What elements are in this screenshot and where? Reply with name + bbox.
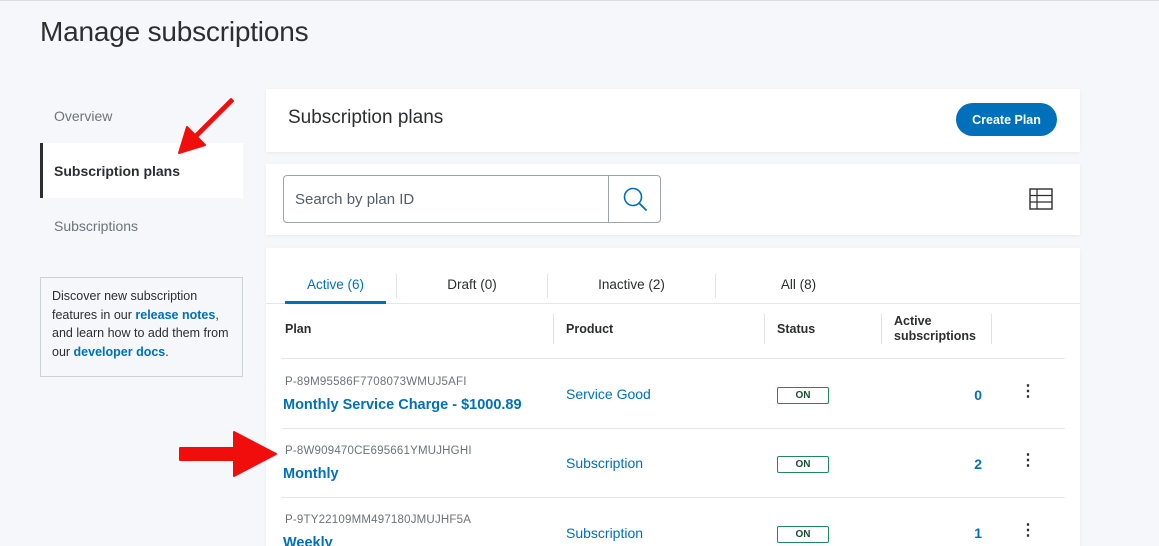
- status-badge: ON: [777, 526, 829, 543]
- top-divider: [0, 0, 1159, 1]
- column-divider: [991, 314, 992, 344]
- tab-inactive[interactable]: Inactive (2): [548, 270, 715, 304]
- annotation-arrow-icon: [179, 431, 277, 477]
- plan-name-link[interactable]: Monthly: [283, 466, 339, 482]
- info-text: .: [165, 344, 169, 359]
- annotation-arrow-icon: [178, 98, 234, 154]
- tab-draft[interactable]: Draft (0): [397, 270, 547, 304]
- more-vertical-icon[interactable]: ⋮: [1020, 384, 1036, 400]
- sidebar-item-subscriptions[interactable]: Subscriptions: [40, 198, 243, 253]
- row-divider: [282, 428, 1065, 429]
- more-vertical-icon[interactable]: ⋮: [1020, 523, 1036, 539]
- plans-list-card: Active (6) Draft (0) Inactive (2) All (8…: [266, 248, 1080, 546]
- status-badge: ON: [777, 387, 829, 404]
- row-divider: [282, 497, 1065, 498]
- table-view-icon[interactable]: [1029, 188, 1053, 210]
- active-subscriptions-count[interactable]: 1: [966, 525, 982, 541]
- plan-name-link[interactable]: Monthly Service Charge - $1000.89: [283, 397, 522, 413]
- info-box: Discover new subscription features in ou…: [40, 277, 243, 377]
- plan-name-link[interactable]: Weekly: [283, 535, 333, 546]
- developer-docs-link[interactable]: developer docs: [74, 345, 166, 359]
- column-divider: [764, 314, 765, 344]
- column-header-status: Status: [777, 322, 816, 336]
- column-divider: [881, 314, 882, 344]
- column-header-active-subscriptions: Active subscriptions: [894, 314, 976, 343]
- page-title: Manage subscriptions: [40, 16, 309, 47]
- section-title: Subscription plans: [288, 107, 444, 128]
- search-card: [266, 164, 1080, 235]
- product-link[interactable]: Service Good: [566, 386, 651, 402]
- column-header-product: Product: [566, 322, 614, 336]
- column-divider: [553, 314, 554, 344]
- status-badge: ON: [777, 456, 829, 473]
- column-header-plan: Plan: [285, 322, 312, 336]
- create-plan-button[interactable]: Create Plan: [956, 103, 1057, 136]
- search-input[interactable]: [283, 175, 609, 223]
- plans-header-card: Subscription plans Create Plan: [266, 89, 1080, 152]
- plan-id: P-89M95586F7708073WMUJ5AFI: [285, 376, 467, 388]
- active-subscriptions-count[interactable]: 2: [966, 456, 982, 472]
- search-icon: [623, 187, 647, 211]
- release-notes-link[interactable]: release notes: [135, 308, 215, 322]
- status-tabs: Active (6) Draft (0) Inactive (2) All (8…: [266, 270, 1080, 304]
- plan-id: P-9TY22109MM497180JMUJHF5A: [285, 514, 472, 526]
- more-vertical-icon[interactable]: ⋮: [1020, 453, 1036, 469]
- tab-all[interactable]: All (8): [716, 270, 881, 304]
- active-subscriptions-count[interactable]: 0: [966, 387, 982, 403]
- row-divider: [282, 358, 1065, 359]
- product-link[interactable]: Subscription: [566, 455, 643, 471]
- tab-active[interactable]: Active (6): [285, 270, 386, 304]
- product-link[interactable]: Subscription: [566, 525, 643, 541]
- plan-id: P-8W909470CE695661YMUJHGHI: [285, 445, 472, 457]
- search-button[interactable]: [608, 175, 661, 223]
